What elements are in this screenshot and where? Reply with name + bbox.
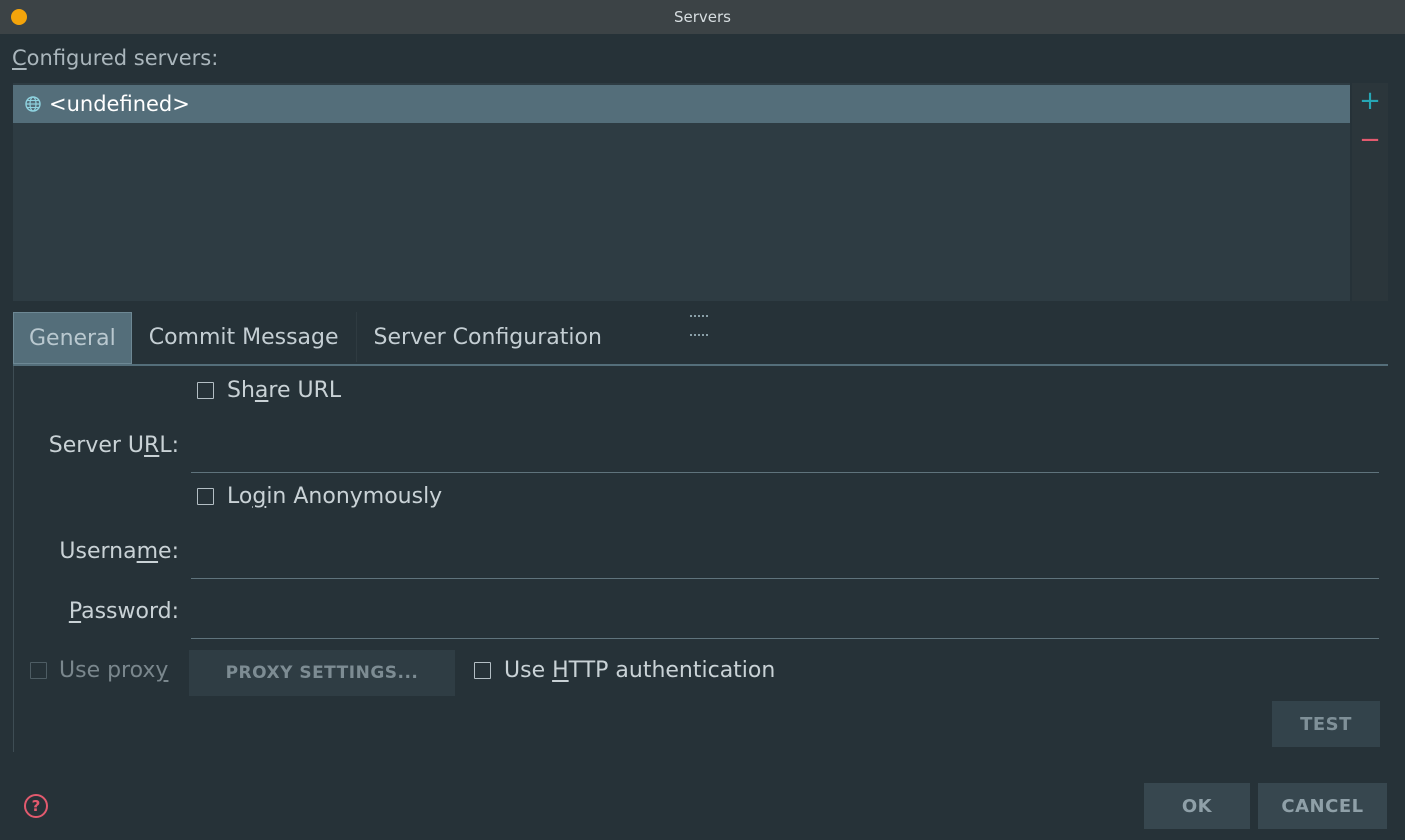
share-url-checkbox[interactable] [197, 382, 214, 399]
use-proxy-checkbox[interactable] [30, 662, 47, 679]
server-url-label: Server URL: [48, 433, 179, 458]
login-anonymously-option[interactable]: Login Anonymously [197, 484, 442, 509]
tab-label: Server Configuration [373, 324, 602, 350]
password-label: Password: [68, 599, 179, 624]
share-url-label: Share URL [227, 378, 342, 403]
http-authentication-label: Use HTTP authentication [504, 658, 776, 683]
password-input[interactable] [191, 599, 1379, 639]
server-url-input[interactable] [191, 433, 1379, 473]
http-authentication-option[interactable]: Use HTTP authentication [474, 658, 775, 683]
remove-server-button[interactable]: − [1352, 123, 1388, 157]
use-proxy-option[interactable]: Use proxy [30, 658, 168, 683]
plus-icon: + [1359, 86, 1381, 116]
server-name: <undefined> [49, 92, 190, 116]
ok-label: OK [1181, 795, 1213, 817]
tab-general[interactable]: General [13, 312, 132, 364]
username-label: Username: [59, 539, 179, 564]
tab-label: Commit Message [148, 324, 339, 350]
login-anonymously-label: Login Anonymously [227, 484, 443, 509]
cancel-button[interactable]: CANCEL [1258, 783, 1387, 829]
help-symbol: ? [31, 797, 41, 815]
login-anonymously-checkbox[interactable] [197, 488, 214, 505]
ok-button[interactable]: OK [1144, 783, 1250, 829]
minus-icon: − [1359, 125, 1381, 155]
http-authentication-checkbox[interactable] [474, 662, 491, 679]
tab-commit-message[interactable]: Commit Message [132, 312, 357, 362]
server-list[interactable]: <undefined> [13, 83, 1350, 301]
tab-label: General [29, 325, 116, 351]
proxy-settings-label: PROXY SETTINGS... [225, 663, 419, 683]
cancel-label: CANCEL [1281, 795, 1364, 817]
test-label: TEST [1300, 713, 1352, 735]
username-input[interactable] [191, 539, 1379, 579]
title-bar: Servers [0, 0, 1405, 34]
splitter-handle[interactable] [689, 303, 713, 336]
tab-underline [13, 364, 1388, 366]
share-url-option[interactable]: Share URL [197, 378, 341, 403]
use-proxy-label: Use proxy [59, 658, 169, 683]
help-icon[interactable]: ? [24, 794, 48, 818]
globe-icon [24, 95, 42, 113]
tab-bar: General Commit Message Server Configurat… [13, 312, 619, 364]
window-title: Servers [673, 8, 731, 26]
configured-servers-label: Configured servers: [12, 46, 219, 70]
tab-server-configuration[interactable]: Server Configuration [357, 312, 619, 362]
server-list-item[interactable]: <undefined> [13, 85, 1350, 123]
test-button[interactable]: TEST [1272, 701, 1380, 747]
server-list-toolbar: + − [1352, 83, 1388, 301]
proxy-settings-button[interactable]: PROXY SETTINGS... [189, 650, 455, 696]
add-server-button[interactable]: + [1352, 84, 1388, 118]
minimize-window-button[interactable] [11, 9, 27, 25]
